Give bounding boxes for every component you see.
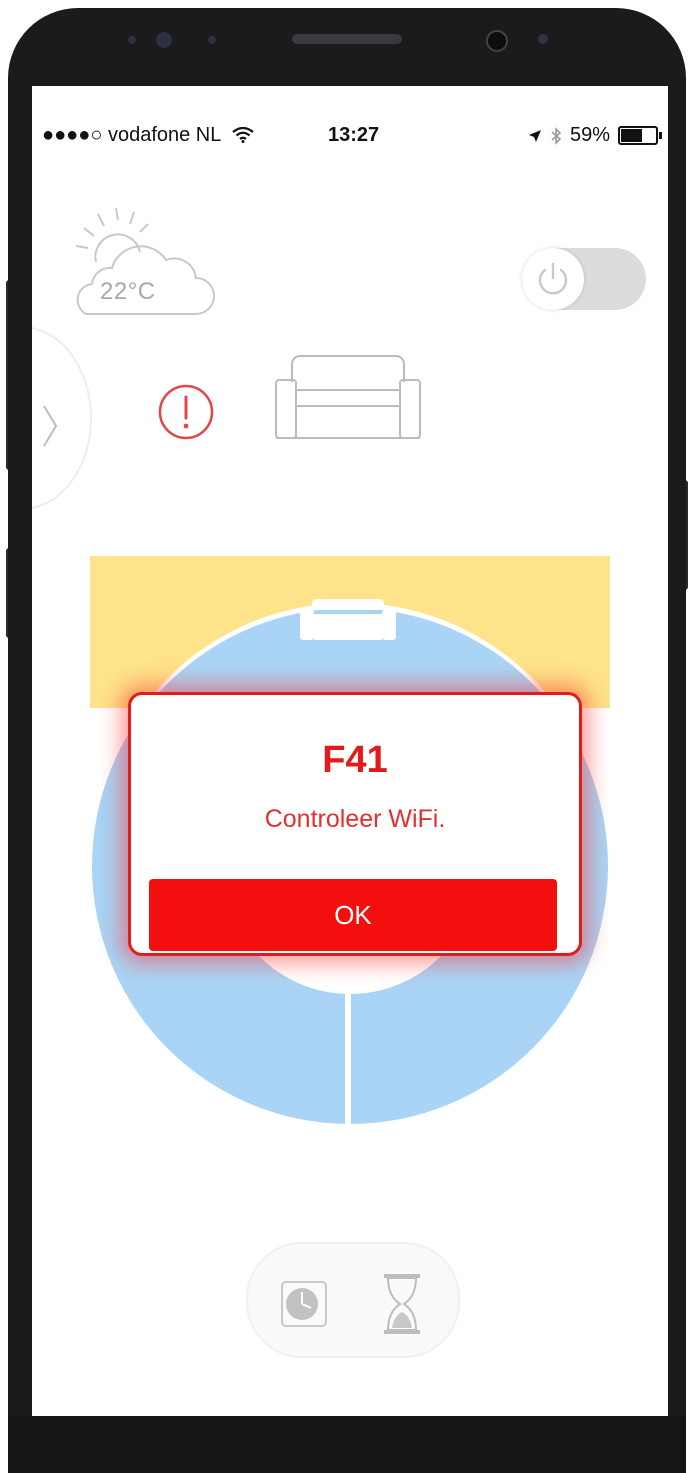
clock-text: 13:27: [328, 124, 380, 146]
power-icon: [538, 262, 568, 295]
sofa-icon[interactable]: [274, 354, 422, 442]
bluetooth-icon: [551, 126, 562, 145]
partly-cloudy-icon: [75, 207, 215, 315]
battery-icon: [618, 126, 662, 145]
bottom-bezel: [8, 1416, 686, 1473]
status-bar: ●●●●○ vodafone NL 13:27 59%: [32, 116, 668, 150]
error-code: F41: [322, 739, 388, 781]
status-right: 59%: [528, 124, 662, 147]
dial-sofa-icon: [300, 599, 396, 640]
carrier-text: ●●●●○ vodafone NL: [42, 124, 221, 146]
front-camera: [486, 30, 508, 52]
chevron-right-icon[interactable]: [40, 402, 60, 450]
weather-widget[interactable]: 22°C: [56, 206, 216, 326]
sensor: [208, 36, 216, 44]
location-arrow-icon: [528, 129, 541, 142]
error-message: Controleer WiFi.: [264, 805, 446, 833]
clock-icon[interactable]: [278, 1278, 330, 1330]
toggle-knob: [522, 248, 584, 310]
temperature-text: 22°C: [100, 278, 156, 305]
hourglass-icon[interactable]: [382, 1272, 422, 1336]
sensor: [538, 34, 548, 44]
power-toggle[interactable]: [522, 248, 646, 310]
carrier-label: ●●●●○ vodafone NL: [42, 124, 254, 147]
sensor: [156, 32, 172, 48]
wifi-icon: [232, 126, 254, 143]
earpiece-speaker: [292, 34, 402, 44]
ok-button[interactable]: OK: [149, 879, 557, 951]
error-dialog: F41 Controleer WiFi. OK: [128, 692, 582, 956]
battery-percent: 59%: [569, 124, 610, 146]
app-screen: ●●●●○ vodafone NL 13:27 59% 22°C F41 Con…: [32, 86, 668, 1416]
sensor: [128, 36, 136, 44]
alert-icon[interactable]: [156, 382, 216, 442]
